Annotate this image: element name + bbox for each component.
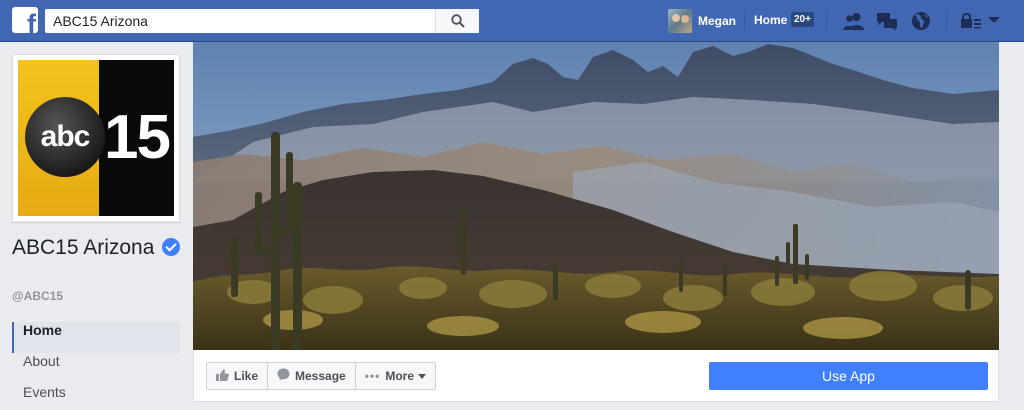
facebook-logo[interactable]: f <box>12 7 38 33</box>
user-name: Megan <box>698 14 737 28</box>
divider <box>826 12 827 30</box>
more-button[interactable]: ••• More <box>356 363 435 389</box>
cover-photo[interactable] <box>193 42 999 350</box>
home-count-badge: 20+ <box>791 12 814 27</box>
divider <box>946 12 947 30</box>
notifications-globe-icon[interactable] <box>910 11 932 31</box>
account-menu-caret-icon[interactable] <box>988 17 1000 23</box>
use-app-label: Use App <box>822 368 875 384</box>
like-button[interactable]: Like <box>207 363 269 389</box>
more-label: More <box>385 369 414 383</box>
search-bar <box>45 9 479 33</box>
privacy-lock-icon[interactable] <box>960 11 982 31</box>
search-button[interactable] <box>435 9 479 33</box>
nav-item-events[interactable]: Events <box>12 384 180 410</box>
logo-number: 15 <box>104 103 171 172</box>
use-app-button[interactable]: Use App <box>709 362 988 390</box>
abc-logo-text: abc <box>40 120 91 153</box>
avatar <box>668 9 692 33</box>
page-handle[interactable]: @ABC15 <box>12 289 63 303</box>
messages-icon[interactable] <box>876 11 898 31</box>
profile-link[interactable]: Megan <box>668 9 736 33</box>
more-dots-icon: ••• <box>364 369 381 383</box>
page-navigation: Home About Events <box>12 322 180 410</box>
nav-item-about[interactable]: About <box>12 353 180 384</box>
page-title[interactable]: ABC15 Arizona <box>12 236 182 260</box>
page-actions-group: Like Message ••• More <box>206 362 436 390</box>
cover-landscape-image <box>193 42 999 350</box>
like-label: Like <box>234 369 259 383</box>
profile-picture[interactable]: abc 15 <box>12 54 180 222</box>
message-label: Message <box>295 369 346 383</box>
messenger-icon <box>277 368 290 384</box>
chevron-down-icon <box>418 373 426 379</box>
search-icon <box>451 14 465 28</box>
page-name-text: ABC15 Arizona <box>12 236 155 259</box>
page-action-bar: Like Message ••• More Use App <box>193 350 999 402</box>
search-input[interactable] <box>45 9 435 33</box>
top-navigation-bar: f Megan Home 20+ <box>0 0 1024 42</box>
thumbs-up-icon <box>216 368 229 384</box>
friend-requests-icon[interactable] <box>843 11 865 31</box>
verified-badge-icon <box>162 238 181 256</box>
divider <box>744 12 745 30</box>
abc-logo-circle: abc <box>25 97 105 177</box>
home-link[interactable]: Home <box>754 13 787 27</box>
nav-item-home[interactable]: Home <box>12 322 180 353</box>
message-button[interactable]: Message <box>268 363 356 389</box>
facebook-logo-letter: f <box>27 9 36 34</box>
